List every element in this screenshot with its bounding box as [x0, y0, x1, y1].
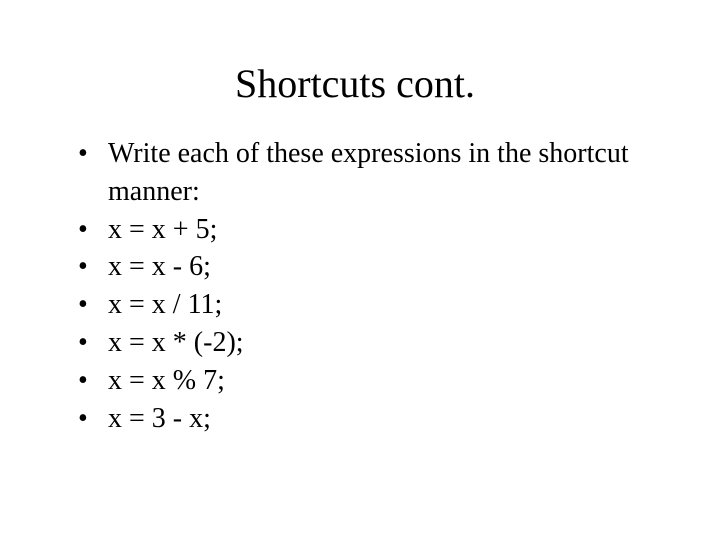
list-item: Write each of these expressions in the s… [78, 135, 660, 211]
slide-title: Shortcuts cont. [50, 60, 660, 107]
list-item: x = x * (-2); [78, 324, 660, 362]
list-item: x = 3 - x; [78, 400, 660, 438]
bullet-list: Write each of these expressions in the s… [50, 135, 660, 437]
list-item: x = x / 11; [78, 286, 660, 324]
list-item: x = x + 5; [78, 211, 660, 249]
list-item: x = x % 7; [78, 362, 660, 400]
list-item: x = x - 6; [78, 248, 660, 286]
